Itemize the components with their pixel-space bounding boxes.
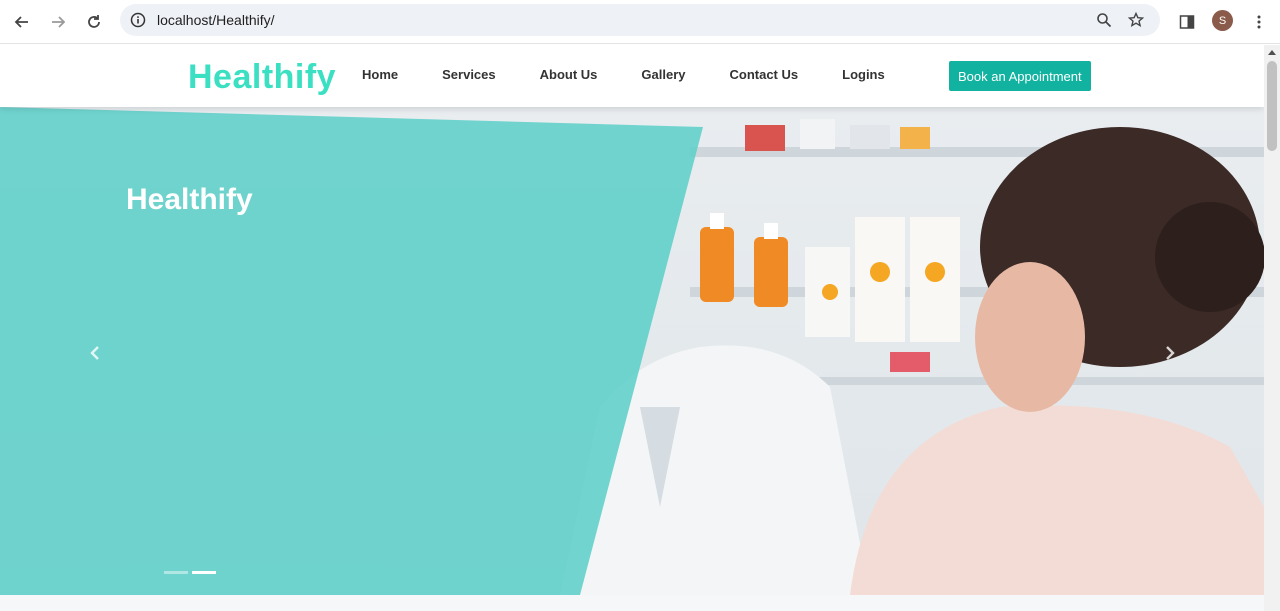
nav-gallery[interactable]: Gallery (641, 67, 685, 82)
site-header: Healthify Home Services About Us Gallery… (0, 45, 1264, 107)
page-scrollbar[interactable] (1264, 45, 1280, 611)
chevron-right-icon (1166, 346, 1175, 360)
url-text[interactable]: localhost/Healthify/ (157, 12, 275, 28)
side-panel-icon[interactable] (1173, 8, 1201, 36)
more-vert-icon[interactable] (1245, 8, 1273, 36)
back-arrow-icon[interactable] (8, 8, 36, 36)
profile-avatar[interactable]: S (1212, 10, 1233, 31)
scrollbar-thumb[interactable] (1267, 61, 1277, 151)
zoom-icon[interactable] (1094, 10, 1114, 30)
hero-teal-overlay (0, 107, 703, 595)
carousel-prev-button[interactable] (85, 343, 105, 363)
hero-carousel: Healthify (0, 107, 1264, 595)
site-logo[interactable]: Healthify (188, 58, 336, 97)
carousel-indicator[interactable] (164, 571, 188, 574)
carousel-indicator-active[interactable] (192, 571, 216, 574)
carousel-next-button[interactable] (1160, 343, 1180, 363)
site-info-icon[interactable] (128, 10, 148, 30)
carousel-indicators (164, 571, 220, 574)
book-appointment-button[interactable]: Book an Appointment (949, 61, 1091, 91)
address-bar[interactable]: localhost/Healthify/ (120, 4, 1160, 36)
main-nav: Home Services About Us Gallery Contact U… (340, 67, 907, 82)
bookmark-star-icon[interactable] (1126, 10, 1146, 30)
hero-title: Healthify (126, 183, 253, 216)
nav-contact-us[interactable]: Contact Us (730, 67, 799, 82)
nav-logins[interactable]: Logins (842, 67, 885, 82)
nav-home[interactable]: Home (362, 67, 398, 82)
page-viewport: Healthify Home Services About Us Gallery… (0, 45, 1264, 611)
chevron-left-icon (90, 346, 99, 360)
browser-toolbar: localhost/Healthify/ S (0, 0, 1280, 44)
scroll-up-arrow-icon[interactable] (1268, 50, 1276, 55)
forward-arrow-icon[interactable] (44, 8, 72, 36)
nav-about-us[interactable]: About Us (540, 67, 598, 82)
reload-icon[interactable] (80, 8, 108, 36)
nav-services[interactable]: Services (442, 67, 496, 82)
